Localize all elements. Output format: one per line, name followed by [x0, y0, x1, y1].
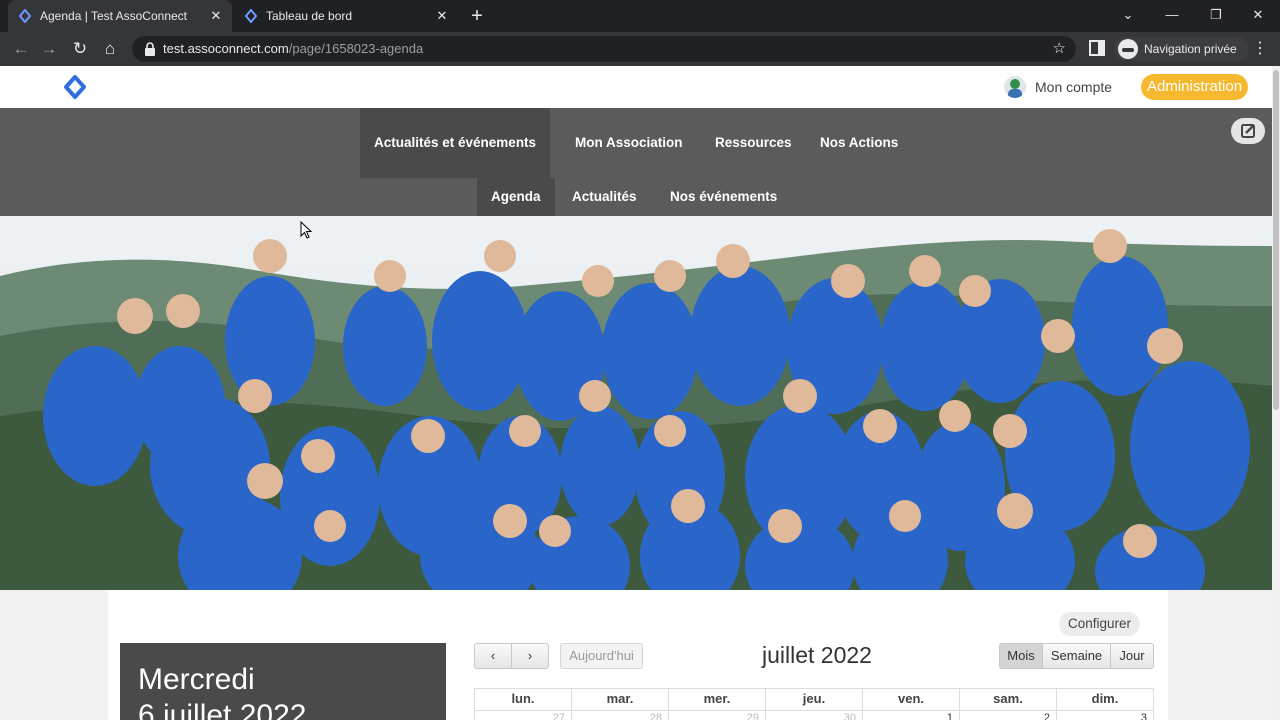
bookmark-star-icon[interactable]: ☆	[1053, 39, 1066, 57]
calendar-weekday-header: lun. mar. mer. jeu. ven. sam. dim.	[474, 688, 1154, 710]
restore-icon[interactable]: ❐	[1194, 0, 1238, 32]
weekday-label: sam.	[959, 689, 1056, 710]
weekday-label: dim.	[1056, 689, 1154, 710]
address-bar[interactable]: test.assoconnect.com/page/1658023-agenda…	[132, 36, 1076, 62]
my-account-link[interactable]: Mon compte	[1004, 74, 1112, 100]
avatar	[1004, 76, 1026, 98]
chevron-right-icon: ›	[527, 648, 533, 663]
edit-page-button[interactable]	[1231, 118, 1265, 144]
view-month-button[interactable]: Mois	[999, 643, 1043, 669]
administration-button[interactable]: Administration	[1141, 74, 1249, 100]
main-navigation: Actualités et événements Mon Association…	[0, 108, 1272, 216]
prev-month-button[interactable]: ‹	[474, 643, 512, 669]
forward-icon[interactable]: →	[38, 38, 60, 60]
url-path: /page/1658023-agenda	[288, 41, 424, 56]
view-week-button[interactable]: Semaine	[1042, 643, 1111, 669]
view-day-button[interactable]: Jour	[1110, 643, 1154, 669]
nav-ressources[interactable]: Ressources	[701, 108, 806, 178]
selected-day-label: Mercredi	[138, 663, 255, 696]
calendar-day-cell[interactable]: 30	[765, 711, 862, 720]
selected-date-label: 6 juillet 2022	[138, 699, 307, 720]
calendar-week-row: 27 28 29 30 1 2 3	[474, 710, 1154, 720]
calendar-day-cell[interactable]: 28	[571, 711, 668, 720]
agenda-section: Configurer Mercredi 6 juillet 2022 ‹ › A…	[108, 590, 1168, 720]
today-button[interactable]: Aujourd'hui	[560, 643, 643, 669]
reload-icon[interactable]: ↻	[69, 38, 91, 60]
team-photo-illustration	[0, 216, 1272, 590]
calendar-day-cell[interactable]: 29	[668, 711, 765, 720]
nav-actualites-evenements[interactable]: Actualités et événements	[360, 108, 551, 178]
chevron-left-icon: ‹	[490, 648, 496, 663]
weekday-label: mer.	[668, 689, 765, 710]
weekday-label: jeu.	[765, 689, 862, 710]
weekday-label: ven.	[862, 689, 959, 710]
configure-button[interactable]: Configurer	[1059, 612, 1141, 636]
minimize-icon[interactable]: —	[1150, 0, 1194, 32]
tab-tableau-de-bord[interactable]: Tableau de bord ✕	[234, 0, 458, 32]
my-account-label: Mon compte	[1035, 79, 1113, 95]
page-scrollbar[interactable]	[1272, 66, 1280, 720]
calendar-day-cell[interactable]: 1	[862, 711, 959, 720]
nav-mon-association[interactable]: Mon Association	[561, 108, 697, 178]
calendar-day-cell[interactable]: 3	[1056, 711, 1154, 720]
url-host: test.assoconnect.com	[163, 41, 289, 56]
browser-tab-bar: Agenda | Test AssoConnect ✕ Tableau de b…	[0, 0, 1280, 32]
scrollbar-thumb[interactable]	[1273, 70, 1279, 410]
site-header: Mon compte Administration	[0, 66, 1272, 108]
hero-team-photo	[0, 216, 1272, 590]
calendar-title: juillet 2022	[762, 642, 872, 668]
browser-toolbar: ← → ↻ ⌂ test.assoconnect.com/page/165802…	[0, 32, 1280, 66]
profile-label: Navigation privée	[1144, 42, 1237, 56]
subnav-actualites[interactable]: Actualités	[558, 178, 651, 216]
tab-title: Tableau de bord	[266, 9, 353, 23]
incognito-icon	[1118, 39, 1138, 59]
window-close-icon[interactable]: ✕	[1236, 0, 1280, 32]
assoconnect-logo[interactable]	[62, 74, 88, 100]
selected-date-panel: Mercredi 6 juillet 2022	[120, 643, 446, 720]
tab-agenda[interactable]: Agenda | Test AssoConnect ✕	[8, 0, 232, 32]
assoconnect-favicon-icon	[244, 9, 258, 23]
mouse-cursor-icon	[300, 221, 312, 239]
next-month-button[interactable]: ›	[511, 643, 549, 669]
calendar-day-cell[interactable]: 2	[959, 711, 1056, 720]
new-tab-button[interactable]: +	[466, 5, 488, 27]
weekday-label: lun.	[474, 689, 571, 710]
calendar-day-cell[interactable]: 27	[474, 711, 571, 720]
close-tab-icon[interactable]: ✕	[434, 8, 450, 24]
nav-nos-actions[interactable]: Nos Actions	[806, 108, 912, 178]
weekday-label: mar.	[571, 689, 668, 710]
tab-search-icon[interactable]: ⌄	[1106, 0, 1150, 32]
url-text: test.assoconnect.com/page/1658023-agenda	[163, 36, 423, 62]
edit-icon	[1241, 124, 1255, 138]
close-tab-icon[interactable]: ✕	[208, 8, 224, 24]
tab-title: Agenda | Test AssoConnect	[40, 9, 187, 23]
subnav-nos-evenements[interactable]: Nos événements	[656, 178, 791, 216]
subnav-agenda[interactable]: Agenda	[477, 178, 555, 216]
back-icon[interactable]: ←	[10, 38, 32, 60]
side-panel-icon[interactable]	[1089, 40, 1105, 56]
assoconnect-favicon-icon	[18, 9, 32, 23]
lock-icon	[145, 42, 155, 56]
incognito-profile-button[interactable]: Navigation privée	[1114, 37, 1249, 61]
browser-menu-icon[interactable]: ⋮	[1252, 38, 1268, 58]
web-page: Mon compte Administration Actualités et …	[0, 66, 1272, 720]
home-icon[interactable]: ⌂	[99, 38, 121, 60]
